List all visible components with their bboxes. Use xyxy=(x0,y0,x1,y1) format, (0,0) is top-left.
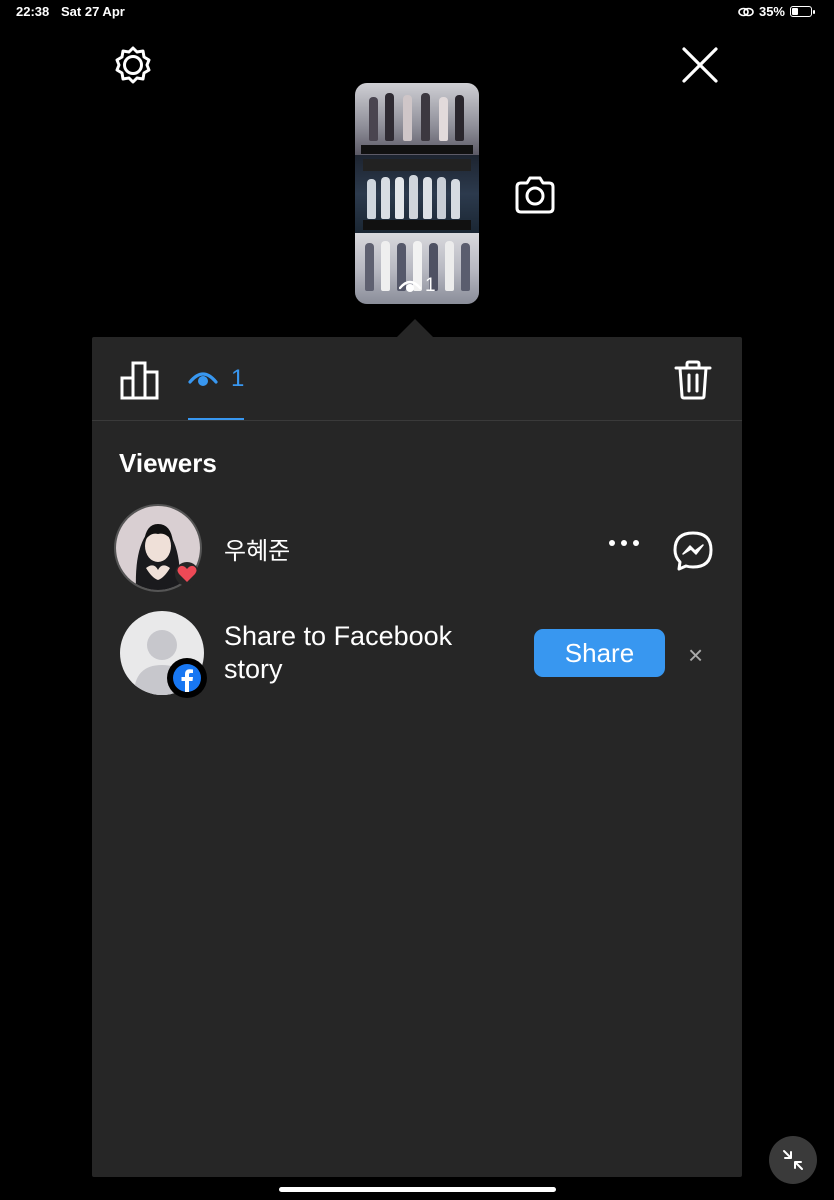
link-icon xyxy=(738,7,754,16)
facebook-badge xyxy=(167,658,207,698)
more-horizontal-icon xyxy=(609,540,639,546)
figure xyxy=(439,97,448,141)
facebook-icon xyxy=(173,664,201,692)
close-icon xyxy=(682,47,718,83)
dismiss-share-button[interactable]: × xyxy=(688,640,703,671)
viewer-name[interactable]: 우혜준 xyxy=(224,531,290,566)
figure xyxy=(409,175,418,219)
status-date: Sat 27 Apr xyxy=(61,4,125,19)
thumbnail-caption xyxy=(361,145,473,154)
status-time: 22:38 xyxy=(16,4,50,19)
eye-icon xyxy=(188,372,218,386)
camera-button[interactable] xyxy=(511,171,559,219)
home-indicator[interactable] xyxy=(279,1187,556,1192)
panel-tabbar: 1 xyxy=(92,337,742,421)
figure xyxy=(385,93,394,141)
figure xyxy=(437,177,446,219)
figure xyxy=(451,179,460,219)
figure xyxy=(381,177,390,219)
camera-icon xyxy=(515,176,555,214)
tab-viewers-count: 1 xyxy=(231,365,245,392)
figure xyxy=(455,95,464,141)
messenger-icon xyxy=(673,531,713,571)
thumbnail-caption xyxy=(363,159,471,171)
figure xyxy=(365,243,374,291)
reaction-badge xyxy=(175,562,199,586)
close-button[interactable] xyxy=(678,43,722,87)
panel-pointer xyxy=(397,319,433,337)
figure xyxy=(403,95,412,141)
figure xyxy=(369,97,378,141)
figure xyxy=(423,177,432,219)
viewers-heading: Viewers xyxy=(119,448,217,478)
share-to-facebook-text: Share to Facebook story xyxy=(224,621,453,684)
tab-insights[interactable] xyxy=(119,360,161,400)
thumbnail-view-count: 1 xyxy=(399,275,436,297)
delete-story-button[interactable] xyxy=(672,359,714,401)
battery-percent: 35% xyxy=(758,4,785,19)
tab-active-underline xyxy=(188,418,244,420)
trash-icon xyxy=(674,360,712,400)
thumbnail-view-count-value: 1 xyxy=(425,275,436,296)
viewers-panel: 1 Viewers 우혜준 Share to Facebook story Sh… xyxy=(92,337,742,1177)
tab-viewers[interactable]: 1 xyxy=(188,359,246,420)
collapse-button[interactable] xyxy=(769,1136,817,1184)
send-message-button[interactable] xyxy=(672,530,714,572)
thumbnail-caption xyxy=(363,220,471,230)
heart-icon xyxy=(177,565,197,582)
status-right: 35% xyxy=(738,4,815,19)
story-thumbnail[interactable]: 1 xyxy=(355,83,479,304)
figure xyxy=(461,243,470,291)
settings-button[interactable] xyxy=(111,43,155,87)
viewer-more-button[interactable] xyxy=(608,531,640,555)
figure xyxy=(421,93,430,141)
gear-icon xyxy=(115,46,151,84)
bar-chart-icon xyxy=(120,361,159,400)
figure xyxy=(395,177,404,219)
figure xyxy=(381,241,390,291)
figure xyxy=(445,241,454,291)
eye-icon xyxy=(399,280,421,292)
collapse-arrows-icon xyxy=(783,1150,803,1170)
battery-icon xyxy=(790,6,815,17)
figure xyxy=(367,179,376,219)
share-button[interactable]: Share xyxy=(534,629,665,677)
